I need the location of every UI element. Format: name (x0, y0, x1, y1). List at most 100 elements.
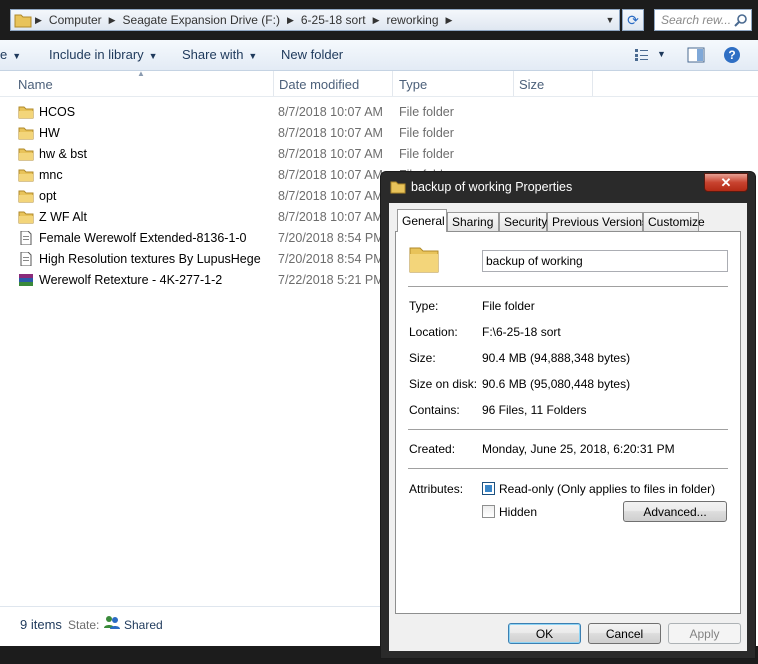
new-folder-button[interactable]: New folder (281, 47, 343, 62)
breadcrumb-drive[interactable]: Seagate Expansion Drive (F:) (119, 13, 284, 27)
file-name: High Resolution textures By LupusHege... (39, 252, 261, 266)
chevron-right-icon[interactable]: ▶ (106, 15, 119, 26)
status-bar: 9 items State: Shared (0, 606, 380, 647)
tab-general[interactable]: General (397, 209, 447, 232)
location-value: F:\6-25-18 sort (482, 325, 561, 339)
folder-name-input[interactable]: backup of working (482, 250, 728, 272)
tab-security[interactable]: Security (499, 212, 547, 231)
help-icon[interactable]: ? (723, 46, 741, 64)
file-row[interactable]: Z WF Alt8/7/2018 10:07 AMFile folder (0, 207, 454, 228)
file-name: HW (39, 126, 60, 140)
folder-icon (18, 168, 34, 182)
column-name[interactable]: Name (18, 77, 53, 92)
document-icon (18, 251, 34, 267)
file-date: 8/7/2018 10:07 AM (278, 168, 383, 182)
folder-icon (18, 189, 34, 203)
readonly-checkbox[interactable] (482, 482, 495, 495)
file-name: Z WF Alt (39, 210, 87, 224)
tab-sharing[interactable]: Sharing (447, 212, 499, 231)
shared-users-icon (104, 616, 120, 629)
hidden-checkbox[interactable] (482, 505, 495, 518)
general-panel: backup of working Type: File folder Loca… (395, 231, 741, 614)
chevron-right-icon[interactable]: ▶ (370, 15, 383, 26)
folder-icon (18, 126, 34, 140)
file-row[interactable]: opt8/7/2018 10:07 AMFile folder (0, 186, 454, 207)
search-placeholder: Search rew... (661, 13, 732, 27)
tab-customize[interactable]: Customize (643, 212, 705, 231)
file-date: 8/7/2018 10:07 AM (278, 189, 383, 203)
advanced-button[interactable]: Advanced... (623, 501, 727, 522)
preview-pane-icon[interactable] (687, 47, 705, 63)
folder-icon (18, 147, 34, 161)
ok-button[interactable]: OK (508, 623, 581, 644)
file-type: File folder (399, 126, 454, 140)
column-divider[interactable] (392, 71, 393, 96)
svg-text:?: ? (728, 48, 735, 62)
refresh-button[interactable]: ⟳ (622, 9, 644, 31)
attributes-label: Attributes: (409, 482, 464, 496)
type-label: Type: (409, 299, 439, 313)
file-name: hw & bst (39, 147, 87, 161)
file-date: 8/7/2018 10:07 AM (278, 105, 383, 119)
column-date-modified[interactable]: Date modified (279, 77, 359, 92)
location-label: Location: (409, 325, 458, 339)
address-dropdown-icon[interactable]: ▼ (602, 10, 618, 30)
readonly-label[interactable]: Read-only (Only applies to files in fold… (499, 482, 715, 496)
column-size[interactable]: Size (519, 77, 544, 92)
folder-icon (14, 14, 32, 28)
column-divider[interactable] (592, 71, 593, 96)
divider (408, 429, 728, 431)
breadcrumb-reworking[interactable]: reworking (382, 13, 442, 27)
address-bar[interactable]: ▶ Computer ▶ Seagate Expansion Drive (F:… (10, 9, 620, 31)
file-name: opt (39, 189, 57, 203)
created-value: Monday, June 25, 2018, 6:20:31 PM (482, 442, 675, 456)
organize-label: e (0, 47, 8, 62)
include-in-library-button[interactable]: Include in library ▼ (49, 47, 158, 62)
include-label: Include in library (49, 47, 144, 62)
breadcrumb-sort[interactable]: 6-25-18 sort (297, 13, 370, 27)
column-divider[interactable] (513, 71, 514, 96)
file-row[interactable]: HW 8/7/2018 10:07 AM File folder (0, 123, 454, 144)
chevron-down-icon: ▼ (148, 51, 158, 61)
breadcrumb-computer[interactable]: Computer (45, 13, 106, 27)
dialog-body: General Sharing Security Previous Versio… (389, 203, 747, 651)
file-date: 8/7/2018 10:07 AM (278, 126, 383, 140)
share-label: Share with (182, 47, 244, 62)
command-bar: e ▼ Include in library ▼ Share with ▼ New f… (0, 40, 758, 71)
view-options-icon[interactable] (634, 48, 650, 62)
address-bar-area: ▶ Computer ▶ Seagate Expansion Drive (F:… (0, 0, 758, 40)
state-value: Shared (124, 618, 163, 632)
column-type[interactable]: Type (399, 77, 427, 92)
cancel-button[interactable]: Cancel (588, 623, 661, 644)
file-row[interactable]: HCOS 8/7/2018 10:07 AM File folder (0, 102, 454, 123)
close-button[interactable]: ✕ (704, 173, 748, 192)
apply-button[interactable]: Apply (668, 623, 741, 644)
chevron-right-icon[interactable]: ▶ (443, 15, 456, 26)
size-on-disk-value: 90.6 MB (95,080,448 bytes) (482, 377, 631, 391)
archive-icon (18, 273, 34, 287)
file-row[interactable]: hw & bst 8/7/2018 10:07 AM File folder (0, 144, 454, 165)
file-date: 8/7/2018 10:07 AM (278, 147, 383, 161)
chevron-down-icon[interactable]: ▼ (657, 49, 666, 59)
search-input[interactable]: Search rew... (654, 9, 752, 31)
chevron-right-icon[interactable]: ▶ (284, 15, 297, 26)
properties-dialog: backup of working Properties ✕ General S… (380, 171, 756, 659)
share-with-button[interactable]: Share with ▼ (182, 47, 257, 62)
refresh-icon: ⟳ (627, 11, 639, 28)
file-row[interactable]: Female Werewolf Extended-8136-1-0 7/20/20… (0, 228, 384, 249)
file-row[interactable]: High Resolution textures By LupusHege...… (0, 249, 384, 270)
item-count: 9 items (20, 617, 62, 632)
search-icon[interactable] (734, 13, 748, 27)
file-row[interactable]: Werewolf Retexture - 4K-277-1-2 7/22/2018… (0, 270, 384, 291)
file-name: HCOS (39, 105, 76, 119)
tab-previous-versions[interactable]: Previous Versions (547, 212, 648, 231)
file-date: 7/20/2018 8:54 PM (278, 252, 384, 266)
column-divider[interactable] (273, 71, 274, 96)
new-folder-label: New folder (281, 47, 344, 62)
organize-button[interactable]: e ▼ (0, 47, 21, 62)
hidden-label[interactable]: Hidden (499, 505, 537, 519)
size-value: 90.4 MB (94,888,348 bytes) (482, 351, 631, 365)
sort-arrow-icon: ▲ (137, 69, 145, 78)
contains-label: Contains: (409, 403, 460, 417)
file-row[interactable]: mnc8/7/2018 10:07 AMFile folder (0, 165, 454, 186)
